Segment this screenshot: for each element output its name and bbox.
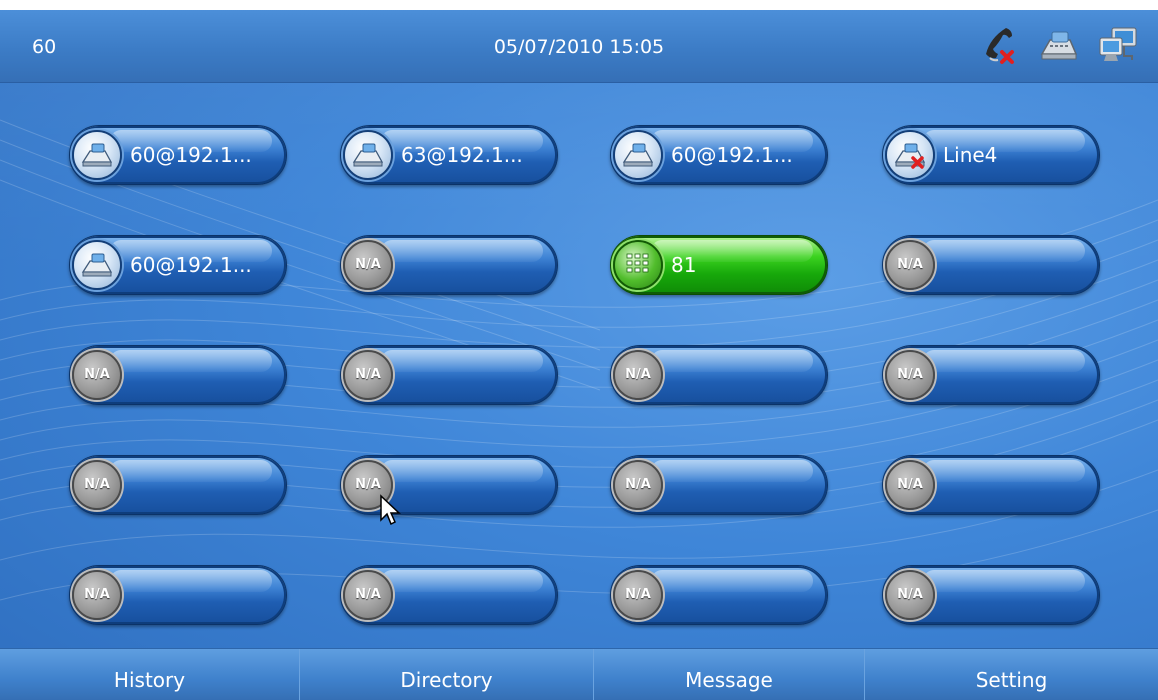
na-icon: N/A [72, 460, 122, 510]
na-icon: N/A [885, 240, 935, 290]
na-label: N/A [897, 367, 923, 382]
na-label: N/A [84, 367, 110, 382]
na-icon: N/A [343, 240, 393, 290]
na-icon: N/A [885, 570, 935, 620]
na-icon: N/A [613, 350, 663, 400]
na-label: N/A [897, 257, 923, 272]
na-icon: N/A [613, 460, 663, 510]
na-label: N/A [897, 477, 923, 492]
status-icons [976, 24, 1140, 68]
na-icon: N/A [613, 570, 663, 620]
line-key-9[interactable]: N/A [69, 345, 287, 405]
line-key-15[interactable]: N/A [610, 455, 828, 515]
line-key-label: 60@192.1... [130, 143, 252, 167]
na-icon: N/A [72, 350, 122, 400]
na-label: N/A [625, 477, 651, 492]
desk-phone-error-icon [885, 130, 935, 180]
na-label: N/A [897, 587, 923, 602]
line-key-17[interactable]: N/A [69, 565, 287, 625]
setting-tab[interactable]: Setting [864, 649, 1158, 700]
softkey-bar: History Directory Message Setting [0, 648, 1158, 700]
desk-phone-icon [72, 130, 122, 180]
na-label: N/A [84, 587, 110, 602]
handset-off-icon [986, 28, 1014, 64]
na-label: N/A [625, 367, 651, 382]
line-key-13[interactable]: N/A [69, 455, 287, 515]
line-key-5[interactable]: 60@192.1... [69, 235, 287, 295]
line-key-label: Line4 [943, 143, 998, 167]
line-key-10[interactable]: N/A [340, 345, 558, 405]
keypad-icon [613, 240, 663, 290]
desk-phone-icon [343, 130, 393, 180]
line-key-14[interactable]: N/A [340, 455, 558, 515]
line-key-label: 63@192.1... [401, 143, 523, 167]
mouse-cursor-icon [380, 494, 401, 526]
line-key-6[interactable]: N/A [340, 235, 558, 295]
line-key-label: 60@192.1... [130, 253, 252, 277]
line-key-8[interactable]: N/A [882, 235, 1100, 295]
status-bar: 60 05/07/2010 15:05 [0, 10, 1158, 83]
na-label: N/A [355, 477, 381, 492]
line-key-2[interactable]: 63@192.1... [340, 125, 558, 185]
na-icon: N/A [343, 570, 393, 620]
na-label: N/A [355, 587, 381, 602]
directory-tab[interactable]: Directory [299, 649, 593, 700]
na-label: N/A [625, 587, 651, 602]
line-key-1[interactable]: 60@192.1... [69, 125, 287, 185]
na-icon: N/A [343, 350, 393, 400]
line-key-label: 60@192.1... [671, 143, 793, 167]
desk-phone-icon [613, 130, 663, 180]
desk-phone-icon [72, 240, 122, 290]
line-key-16[interactable]: N/A [882, 455, 1100, 515]
message-tab[interactable]: Message [593, 649, 864, 700]
line-key-11[interactable]: N/A [610, 345, 828, 405]
na-label: N/A [355, 257, 381, 272]
na-label: N/A [355, 367, 381, 382]
na-icon: N/A [72, 570, 122, 620]
line-key-18[interactable]: N/A [340, 565, 558, 625]
line-key-label: 81 [671, 253, 697, 277]
line-key-19[interactable]: N/A [610, 565, 828, 625]
line-key-20[interactable]: N/A [882, 565, 1100, 625]
na-icon: N/A [885, 350, 935, 400]
desk-phone-icon [1040, 31, 1078, 60]
na-label: N/A [84, 477, 110, 492]
phone-screen: 60 05/07/2010 15:05 60@192.1... 63@192.1… [0, 0, 1158, 700]
network-computer-icon [1099, 27, 1137, 61]
line-key-3[interactable]: 60@192.1... [610, 125, 828, 185]
line-key-12[interactable]: N/A [882, 345, 1100, 405]
line-key-4[interactable]: Line4 [882, 125, 1100, 185]
line-key-7[interactable]: 81 [610, 235, 828, 295]
na-icon: N/A [885, 460, 935, 510]
history-tab[interactable]: History [0, 649, 299, 700]
